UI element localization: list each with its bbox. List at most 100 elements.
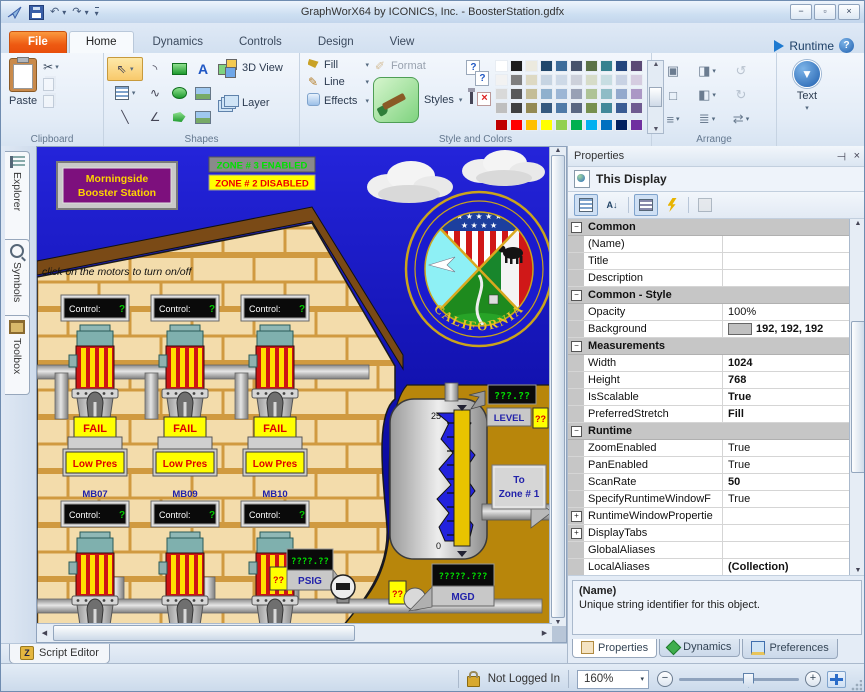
zoom-out-button[interactable]: −	[657, 671, 673, 687]
control-panel-row1[interactable]: Control: ? Control: ? Control: ?	[61, 295, 309, 321]
panel-close-icon[interactable]: ×	[854, 150, 860, 162]
paste-special-button[interactable]	[43, 95, 59, 108]
property-row[interactable]: IsScalableTrue	[568, 389, 849, 406]
save-button[interactable]	[29, 5, 44, 20]
app-icon[interactable]	[7, 5, 23, 19]
paste-button[interactable]: Paste	[5, 56, 41, 132]
pin-icon[interactable]: ⊤	[834, 151, 847, 161]
color-swatch[interactable]	[600, 74, 613, 86]
psig-alarm[interactable]: ??	[270, 567, 287, 590]
color-swatch[interactable]	[630, 119, 643, 131]
canvas-vscroll-thumb[interactable]	[551, 155, 565, 618]
color-swatch[interactable]	[525, 60, 538, 72]
redo-dropdown-icon[interactable]: ▾	[85, 8, 89, 17]
canvas-scroll-left-icon[interactable]: ◀	[37, 629, 52, 637]
undo-button[interactable]: ↶ ▾	[50, 5, 66, 20]
color-swatch[interactable]	[540, 88, 553, 100]
property-category[interactable]: −Common - Style	[568, 287, 849, 304]
redo-button[interactable]: ↷ ▾	[72, 5, 88, 20]
grid-scroll-down-icon[interactable]: ▼	[855, 567, 862, 574]
rotate-cw-button[interactable]: ↻	[736, 87, 747, 103]
send-backward-button[interactable]: ◧▾	[698, 87, 716, 103]
background-swatch[interactable]	[728, 323, 752, 335]
color-swatch[interactable]	[585, 74, 598, 86]
color-swatch[interactable]	[585, 60, 598, 72]
color-swatch[interactable]	[570, 119, 583, 131]
color-swatch[interactable]	[585, 102, 598, 114]
text-tool[interactable]: A	[192, 58, 214, 80]
ellipse-tool[interactable]	[168, 82, 190, 104]
property-category[interactable]: −Measurements	[568, 338, 849, 355]
tab-preferences[interactable]: Preferences	[742, 639, 837, 659]
resize-grip[interactable]	[850, 680, 862, 692]
color-swatch[interactable]	[570, 88, 583, 100]
zoom-dropdown-icon[interactable]: ▾	[640, 675, 648, 683]
color-swatch[interactable]	[540, 74, 553, 86]
color-swatch[interactable]	[525, 88, 538, 100]
color-swatch[interactable]	[555, 60, 568, 72]
zone2-indicator[interactable]: ZONE # 2 DISABLED	[209, 175, 315, 190]
color-swatch[interactable]	[525, 119, 538, 131]
zone3-indicator[interactable]: ZONE # 3 ENABLED	[209, 157, 315, 172]
color-swatch[interactable]	[630, 102, 643, 114]
restore-button[interactable]: ▫	[814, 4, 836, 20]
undo-dropdown-icon[interactable]: ▾	[62, 8, 66, 17]
property-row[interactable]: +RuntimeWindowPropertie	[568, 508, 849, 525]
color-swatch[interactable]	[540, 102, 553, 114]
property-row[interactable]: Opacity100%	[568, 304, 849, 321]
grid-scroll-up-icon[interactable]: ▲	[855, 220, 862, 227]
canvas-vertical-scrollbar[interactable]: ▲ ▼	[549, 147, 566, 626]
color-swatch[interactable]	[615, 74, 628, 86]
property-row[interactable]: (Name)	[568, 236, 849, 253]
tab-file[interactable]: File	[9, 31, 67, 53]
color-swatch[interactable]	[585, 88, 598, 100]
sidebar-tab-toolbox[interactable]: Toolbox	[5, 315, 30, 395]
minimize-button[interactable]: −	[790, 4, 812, 20]
sidebar-tab-explorer[interactable]: Explorer	[5, 151, 30, 243]
tab-controls[interactable]: Controls	[222, 31, 299, 53]
tab-design[interactable]: Design	[301, 31, 371, 53]
tab-properties[interactable]: Properties	[572, 639, 657, 658]
properties-view-button[interactable]	[634, 194, 658, 216]
property-row[interactable]: Description	[568, 270, 849, 287]
color-swatch[interactable]	[555, 88, 568, 100]
color-swatch[interactable]	[615, 102, 628, 114]
property-row[interactable]: +DisplayTabs	[568, 525, 849, 542]
color-swatch[interactable]	[525, 102, 538, 114]
group-objects-button[interactable]: ▣	[667, 63, 679, 79]
rotate-ccw-button[interactable]: ↺	[736, 63, 747, 79]
color-swatch[interactable]	[615, 60, 628, 72]
color-swatch[interactable]	[510, 60, 523, 72]
property-row[interactable]: LocalAliases(Collection)	[568, 559, 849, 576]
property-row[interactable]: ScanRate50	[568, 474, 849, 491]
color-swatch[interactable]	[630, 88, 643, 100]
canvas-scroll-down-icon[interactable]: ▼	[555, 619, 562, 626]
styles-button[interactable]: Styles▾	[373, 77, 462, 123]
eyedropper-icon[interactable]	[466, 88, 476, 110]
rectangle-tool[interactable]	[168, 58, 190, 80]
color-swatch[interactable]	[600, 88, 613, 100]
color-swatch[interactable]	[600, 102, 613, 114]
order-button[interactable]: ≡▾	[666, 112, 679, 127]
canvas-hscroll-thumb[interactable]	[53, 625, 355, 641]
property-row[interactable]: PreferredStretchFill	[568, 406, 849, 423]
color-swatch[interactable]	[540, 60, 553, 72]
property-row[interactable]: PanEnabledTrue	[568, 457, 849, 474]
level-alarm[interactable]: ??	[533, 408, 548, 428]
color-swatch[interactable]	[525, 74, 538, 86]
property-pages-button[interactable]	[694, 195, 716, 215]
color-swatch[interactable]	[585, 119, 598, 131]
runtime-button[interactable]: Runtime ?	[774, 38, 864, 53]
close-button[interactable]: ×	[838, 4, 860, 20]
mgd-alarm[interactable]: ??	[389, 581, 406, 604]
fill-button[interactable]: Fill▾	[306, 59, 369, 71]
color-swatch[interactable]	[495, 88, 508, 100]
canvas-scroll-up-icon[interactable]: ▲	[555, 147, 562, 154]
property-row[interactable]: SpecifyRuntimeWindowFTrue	[568, 491, 849, 508]
design-canvas[interactable]: ★ ★ ★ ★ ★ ★ ★ ★ ★ CALIFORNIA Morningside	[36, 146, 567, 643]
property-row[interactable]: Width1024	[568, 355, 849, 372]
no-color-button[interactable]: ×	[477, 92, 491, 106]
alphabetical-sort-button[interactable]: A↓	[601, 195, 623, 215]
curve-tool[interactable]: ∿	[144, 82, 166, 104]
color-swatch[interactable]	[555, 102, 568, 114]
